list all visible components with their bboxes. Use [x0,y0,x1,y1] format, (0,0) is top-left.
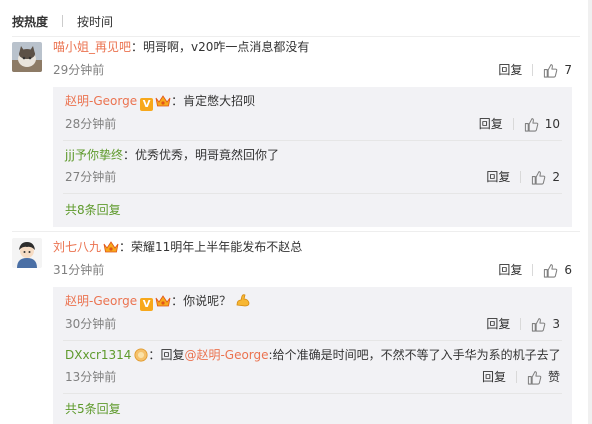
reply-prefix: 回复 [160,348,185,362]
reply-line: jjj予你挚终：优秀优秀，明哥竟然回你了 [65,146,279,164]
reply-divider [63,193,562,194]
divider [12,231,580,232]
reply-button[interactable]: 回复 [486,316,510,332]
sort-by-hot[interactable]: 按热度 [12,13,48,30]
reply-box: 赵明-George V ：你说呢？ 30分钟前 回复 3 DXxcr1314 ：回复@… [53,287,572,424]
cartoon-avatar-icon [12,238,42,268]
reply-line: DXxcr1314 ：回复@赵明-George:给个准确是时间吧，不然不等了入手华… [65,346,561,364]
colon: ： [131,40,144,54]
sort-by-time[interactable]: 按时间 [77,13,113,30]
reply-text: 优秀优秀，明哥竟然回你了 [135,148,280,162]
action-divider [520,171,522,183]
like-count: 赞 [547,370,560,384]
cat-avatar-icon [12,42,42,72]
comment-actions: 回复 6 [498,262,572,278]
colon: ： [171,94,184,108]
colon: ： [148,348,161,362]
colon: ： [119,240,132,254]
thumbs-up-icon [524,117,538,132]
like-button[interactable]: 6 [543,262,572,278]
reply-username[interactable]: jjj予你挚终 [65,148,123,162]
comment-actions: 回复 7 [498,62,572,78]
mention-link[interactable]: @赵明-George [184,348,268,362]
comment-line: 喵小姐_再见吧：明哥啊，v20咋一点消息都没有 [53,38,309,56]
vip-crown-icon [155,295,171,307]
thumbs-up-icon [544,63,558,78]
sort-divider [62,15,64,27]
verified-v-icon: V [140,98,154,111]
scrollbar[interactable] [588,0,592,424]
colon: ： [123,148,136,162]
action-divider [532,64,534,76]
like-button[interactable]: 10 [524,116,560,132]
like-count: 10 [544,117,560,131]
reply-line: 赵明-George V ：肯定憋大招呗 [65,92,255,111]
medal-badge-icon [134,348,148,362]
vip-crown-icon [155,95,171,107]
reply-button[interactable]: 回复 [498,262,522,278]
verified-v-icon: V [140,298,154,311]
action-divider [515,371,517,383]
reply-text: :给个准确是时间吧，不然不等了入手华为系的机子去了 [268,348,561,362]
reply-text: 肯定憋大招呗 [183,94,256,108]
reply-time: 13分钟前 [65,370,117,384]
like-count: 3 [552,317,560,331]
sort-bar: 按热度 按时间 [12,12,113,30]
comment-time: 29分钟前 [53,63,105,77]
like-count: 2 [552,170,560,184]
reply-button[interactable]: 回复 [479,116,503,132]
action-divider [512,118,514,130]
reply-divider [63,140,562,141]
divider [12,36,580,37]
like-button[interactable]: 3 [531,316,560,332]
flex-arm-emoji-icon [236,294,250,307]
reply-divider [63,340,562,341]
like-count: 7 [564,63,572,77]
comment-text: 荣耀11明年上半年能发布不赵总 [131,240,303,254]
reply-button[interactable]: 回复 [482,369,506,385]
reply-actions: 回复 3 [486,316,560,332]
reply-time: 28分钟前 [65,117,117,131]
comment-username[interactable]: 刘七八九 [53,240,101,254]
reply-actions: 回复 2 [486,169,560,185]
like-count: 6 [564,263,572,277]
reply-divider [63,393,562,394]
like-button[interactable]: 7 [543,62,572,78]
thumbs-up-icon [532,317,546,332]
avatar[interactable] [12,42,42,72]
action-divider [532,264,534,276]
comment-username[interactable]: 喵小姐_再见吧 [53,40,131,54]
reply-actions: 回复 10 [479,116,560,132]
avatar[interactable] [12,238,42,268]
reply-username[interactable]: 赵明-George [65,294,137,308]
thumbs-up-icon [532,170,546,185]
more-replies-link[interactable]: 共5条回复 [65,401,121,417]
reply-button[interactable]: 回复 [486,169,510,185]
action-divider [520,318,522,330]
vip-crown-icon [103,241,119,253]
reply-time: 27分钟前 [65,170,117,184]
reply-box: 赵明-George V ：肯定憋大招呗 28分钟前 回复 10 jjj予你挚终：优秀… [53,87,572,227]
colon: ： [171,294,184,308]
like-button[interactable]: 赞 [527,369,560,385]
like-button[interactable]: 2 [531,169,560,185]
reply-line: 赵明-George V ：你说呢？ [65,292,252,311]
reply-username[interactable]: DXxcr1314 [65,348,131,362]
thumbs-up-icon [527,370,542,385]
more-replies-link[interactable]: 共8条回复 [65,202,121,218]
comment-line: 刘七八九 ：荣耀11明年上半年能发布不赵总 [53,238,302,256]
comment-text: 明哥啊，v20咋一点消息都没有 [143,40,310,54]
reply-button[interactable]: 回复 [498,62,522,78]
reply-text: 你说呢？ [183,294,232,308]
comment-time: 31分钟前 [53,263,105,277]
thumbs-up-icon [544,263,558,278]
reply-time: 30分钟前 [65,317,117,331]
reply-actions: 回复 赞 [482,369,560,385]
reply-username[interactable]: 赵明-George [65,94,137,108]
